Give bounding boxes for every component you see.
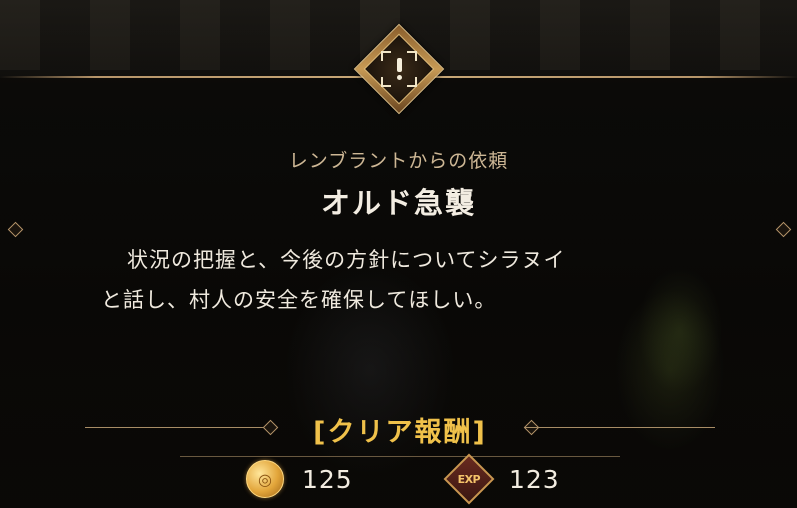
exp-value: 123 bbox=[509, 464, 560, 494]
quest-emblem bbox=[352, 22, 446, 116]
alert-exclamation-icon bbox=[392, 58, 406, 80]
description-line-2: と話し、村人の安全を確保してほしい。 bbox=[101, 288, 497, 312]
reward-gold: ◎ 125 bbox=[246, 460, 353, 498]
rewards-header: [クリア報酬] bbox=[85, 408, 715, 448]
gold-coin-icon: ◎ bbox=[246, 460, 284, 498]
description-line-1: 状況の把握と、今後の方針についてシラヌイ bbox=[127, 248, 566, 272]
quest-title: オルド急襲 bbox=[320, 186, 476, 220]
quest-description: 状況の把握と、今後の方針についてシラヌイ と話し、村人の安全を確保してほしい。 bbox=[101, 240, 721, 320]
rewards-line-right bbox=[525, 427, 715, 428]
quest-requester: レンブラントからの依頼 bbox=[288, 150, 509, 172]
exp-badge-icon: EXP bbox=[443, 453, 495, 505]
gold-value: 125 bbox=[302, 464, 353, 494]
reward-exp: EXP 123 bbox=[443, 453, 560, 505]
rewards-bottom-line bbox=[180, 456, 620, 457]
exp-badge-label: EXP bbox=[457, 472, 481, 486]
rewards-title: [クリア報酬] bbox=[313, 417, 487, 448]
